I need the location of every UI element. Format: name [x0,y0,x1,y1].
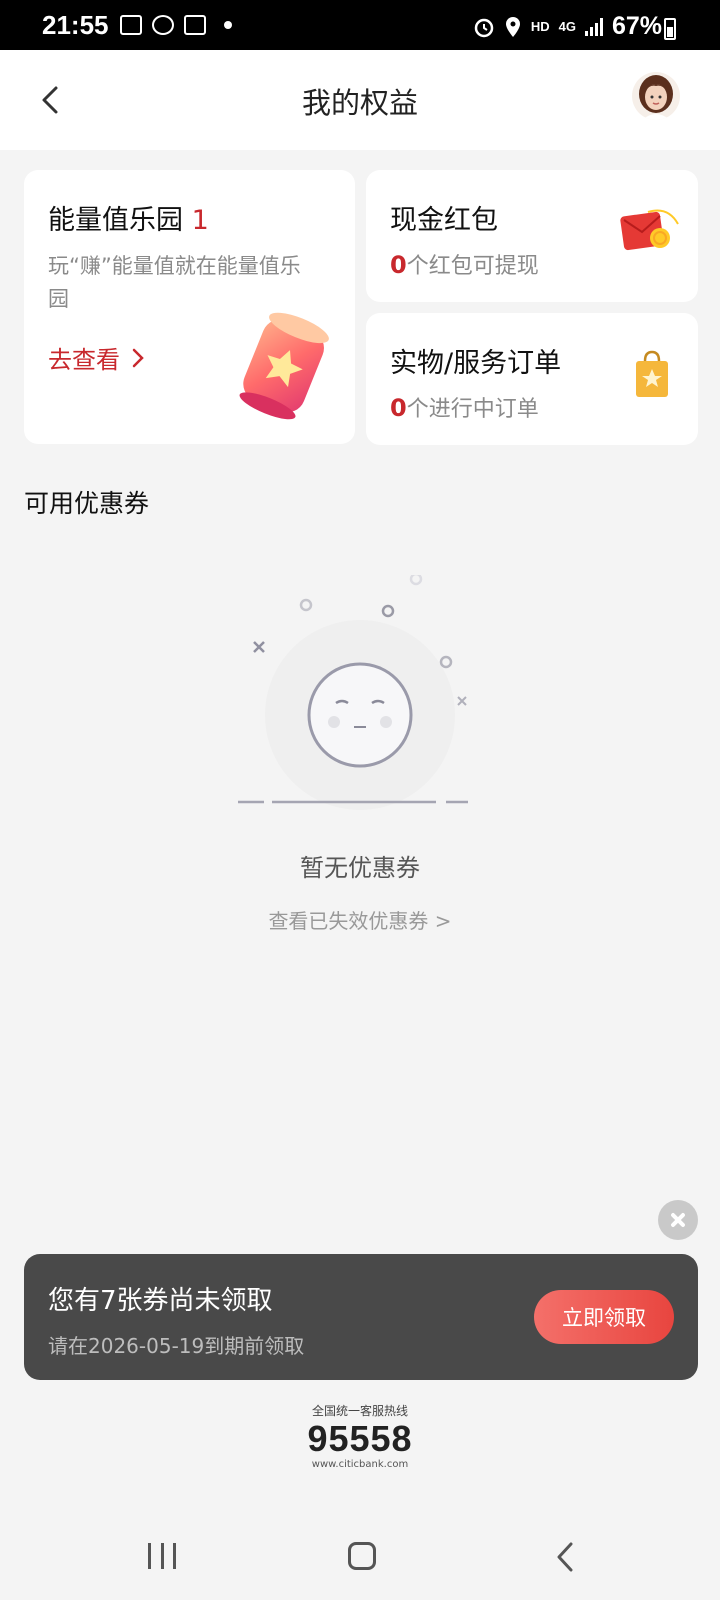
energy-park-card[interactable]: 能量值乐园 1 玩“赚”能量值就在能量值乐园 去查看 [24,170,355,444]
wechat-icon [152,15,174,35]
energy-view-label: 去查看 [48,346,120,374]
gallery-icon [120,15,142,35]
energy-count: 1 [191,205,209,236]
shopping-bag-icon [636,350,668,397]
energy-jar-icon [239,312,329,420]
hotline-label: 全国统一客服热线 [311,1404,408,1418]
hotline-url: www.citicbank.com [311,1459,409,1470]
cash-card-subtitle: 0个红包可提现 [390,248,539,280]
more-notifications-icon [224,21,232,29]
recent-apps-button[interactable] [148,1543,176,1569]
empty-coupon-illustration [238,575,468,810]
energy-view-link[interactable]: 去查看 [48,340,144,375]
claim-now-button[interactable]: 立即领取 [534,1290,674,1344]
energy-card-title: 能量值乐园 1 [48,198,209,237]
energy-title-text: 能量值乐园 [48,205,183,236]
header: 我的权益 [0,50,720,150]
order-card-title: 实物/服务订单 [390,348,562,379]
home-button[interactable] [348,1542,376,1570]
page-title: 我的权益 [301,86,418,120]
status-time: 21:55 [42,10,109,40]
service-hotline: 全国统一客服热线 95558 www.citicbank.com [0,1402,720,1470]
network-label: 4G [558,19,576,34]
cash-redpacket-card[interactable]: 现金红包 0个红包可提现 [366,170,698,302]
chevron-right-icon [132,348,144,367]
system-nav-bar [0,1515,720,1600]
order-card[interactable]: 实物/服务订单 0个进行中订单 [366,313,698,445]
screenshot-icon [184,15,206,35]
red-packet-icon [620,209,679,251]
status-right-group: HD 4G 67% [473,12,662,41]
hd-label: HD [530,19,550,34]
cash-suffix: 个红包可提现 [406,254,539,279]
signal-icon [584,17,603,36]
coupon-section-title: 可用优惠券 [24,489,150,518]
close-banner-button[interactable] [658,1200,698,1240]
system-back-button[interactable] [555,1542,575,1572]
order-count: 0 [390,394,407,422]
battery-percent: 67% [611,12,662,40]
banner-title: 您有7张券尚未领取 [48,1286,273,1316]
empty-coupon-text: 暂无优惠券 [300,854,420,882]
order-suffix: 个进行中订单 [406,397,539,422]
order-card-subtitle: 0个进行中订单 [390,391,539,423]
banner-subtitle: 请在2026-05-19到期前领取 [48,1334,305,1358]
avatar[interactable] [632,72,680,120]
expired-coupons-link[interactable]: 查看已失效优惠券 > [0,905,720,934]
alarm-icon [474,18,494,37]
unclaimed-coupon-banner: 您有7张券尚未领取 请在2026-05-19到期前领取 立即领取 [24,1254,698,1380]
status-bar: 21:55 HD 4G 67% [0,0,720,50]
cash-card-title: 现金红包 [390,205,498,236]
location-icon [505,16,520,37]
status-notification-icons [120,15,232,35]
cash-count: 0 [390,251,407,279]
battery-icon [664,18,676,40]
hotline-number: 95558 [307,1418,413,1459]
